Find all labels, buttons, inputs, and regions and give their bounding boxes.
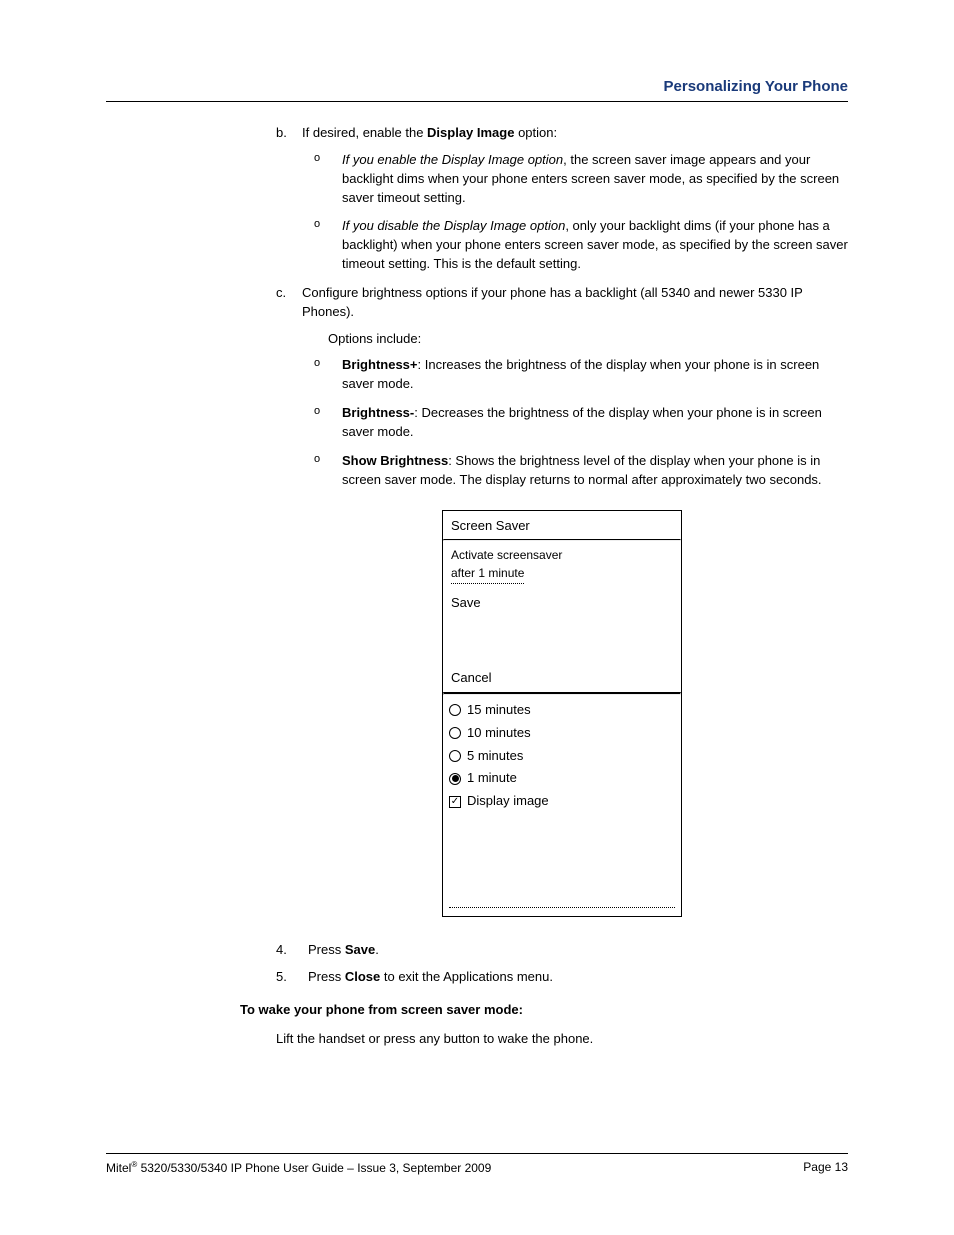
step-5-pre: Press — [308, 969, 345, 984]
phone-option-10min[interactable]: 10 minutes — [449, 722, 675, 745]
item-b-text: If desired, enable the Display Image opt… — [302, 125, 557, 140]
phone-screen: Screen Saver Activate screensaver after … — [442, 510, 682, 918]
phone-option-label: 10 minutes — [467, 724, 531, 743]
radio-icon — [449, 704, 461, 716]
phone-option-1min[interactable]: 1 minute — [449, 767, 675, 790]
document-page: Personalizing Your Phone b. If desired, … — [0, 0, 954, 1235]
step-4: 4. Press Save. — [276, 941, 848, 960]
step-4-bold: Save — [345, 942, 375, 957]
phone-option-label: 5 minutes — [467, 747, 523, 766]
phone-cancel-button[interactable]: Cancel — [443, 663, 681, 692]
footer-page-number: Page 13 — [803, 1160, 848, 1175]
item-b-marker: b. — [276, 124, 287, 143]
item-c-options-label: Options include: — [328, 330, 848, 349]
circle-bullet-icon: o — [314, 217, 320, 233]
item-b-sub-1-lead: If you disable the Display Image option — [342, 218, 565, 233]
checkbox-checked-icon: ✓ — [449, 796, 461, 808]
item-b-sub-1: o If you disable the Display Image optio… — [302, 217, 848, 274]
radio-icon — [449, 727, 461, 739]
step-5-post: to exit the Applications menu. — [380, 969, 553, 984]
phone-checkbox-label: Display image — [467, 792, 549, 811]
item-b-sub-0: o If you enable the Display Image option… — [302, 151, 848, 208]
lettered-list: b. If desired, enable the Display Image … — [276, 124, 848, 490]
radio-selected-icon — [449, 773, 461, 785]
phone-activate-text: Activate screensaver after 1 minute — [443, 541, 681, 586]
phone-activate-line1: Activate screensaver — [451, 547, 673, 564]
step-5: 5. Press Close to exit the Applications … — [276, 968, 848, 987]
phone-save-button[interactable]: Save — [443, 586, 681, 663]
step-5-bold: Close — [345, 969, 380, 984]
footer-left-post: 5320/5330/5340 IP Phone User Guide – Iss… — [137, 1161, 491, 1175]
item-c-sub-1-lead: Brightness- — [342, 405, 414, 420]
footer-rule — [106, 1153, 848, 1154]
item-c-sub-0-lead: Brightness+ — [342, 357, 418, 372]
phone-dotted-bottom — [449, 907, 675, 908]
item-b-post: option: — [514, 125, 557, 140]
item-b-bold: Display Image — [427, 125, 514, 140]
phone-spacer — [443, 817, 681, 907]
item-c-sub-1-rest: : Decreases the brightness of the displa… — [342, 405, 822, 439]
page-footer: Mitel® 5320/5330/5340 IP Phone User Guid… — [106, 1153, 848, 1175]
phone-options-list: 15 minutes 10 minutes 5 minutes 1 minute… — [443, 695, 681, 817]
circle-bullet-icon: o — [314, 356, 320, 372]
body-content: b. If desired, enable the Display Image … — [106, 124, 848, 1048]
step-4-post: . — [375, 942, 379, 957]
item-c-marker: c. — [276, 284, 286, 303]
phone-activate-line2: after 1 minute — [451, 565, 524, 584]
circle-bullet-icon: o — [314, 151, 320, 167]
phone-option-5min[interactable]: 5 minutes — [449, 745, 675, 768]
phone-display-image-checkbox[interactable]: ✓ Display image — [449, 790, 675, 813]
phone-screen-title: Screen Saver — [443, 511, 681, 540]
step-4-marker: 4. — [276, 941, 287, 960]
item-c-text: Configure brightness options if your pho… — [302, 285, 803, 319]
footer-brand: Mitel — [106, 1161, 131, 1175]
item-c-sub-2: o Show Brightness: Shows the brightness … — [302, 452, 848, 490]
radio-icon — [449, 750, 461, 762]
phone-option-label: 15 minutes — [467, 701, 531, 720]
item-b-sub-0-lead: If you enable the Display Image option — [342, 152, 563, 167]
item-c-sub-0: o Brightness+: Increases the brightness … — [302, 356, 848, 394]
step-4-pre: Press — [308, 942, 345, 957]
item-b-sublist: o If you enable the Display Image option… — [302, 151, 848, 274]
phone-option-label: 1 minute — [467, 769, 517, 788]
page-header-title: Personalizing Your Phone — [106, 78, 848, 95]
phone-option-15min[interactable]: 15 minutes — [449, 699, 675, 722]
wake-heading: To wake your phone from screen saver mod… — [240, 1001, 848, 1020]
circle-bullet-icon: o — [314, 404, 320, 420]
item-c: c. Configure brightness options if your … — [276, 284, 848, 490]
wake-text: Lift the handset or press any button to … — [276, 1030, 848, 1049]
footer-left: Mitel® 5320/5330/5340 IP Phone User Guid… — [106, 1160, 491, 1175]
footer-row: Mitel® 5320/5330/5340 IP Phone User Guid… — [106, 1160, 848, 1175]
item-c-sub-2-lead: Show Brightness — [342, 453, 448, 468]
circle-bullet-icon: o — [314, 452, 320, 468]
item-c-sub-1: o Brightness-: Decreases the brightness … — [302, 404, 848, 442]
item-b-pre: If desired, enable the — [302, 125, 427, 140]
item-c-sublist: o Brightness+: Increases the brightness … — [302, 356, 848, 489]
numbered-steps: 4. Press Save. 5. Press Close to exit th… — [276, 941, 848, 987]
step-5-marker: 5. — [276, 968, 287, 987]
header-rule — [106, 101, 848, 102]
item-b: b. If desired, enable the Display Image … — [276, 124, 848, 274]
